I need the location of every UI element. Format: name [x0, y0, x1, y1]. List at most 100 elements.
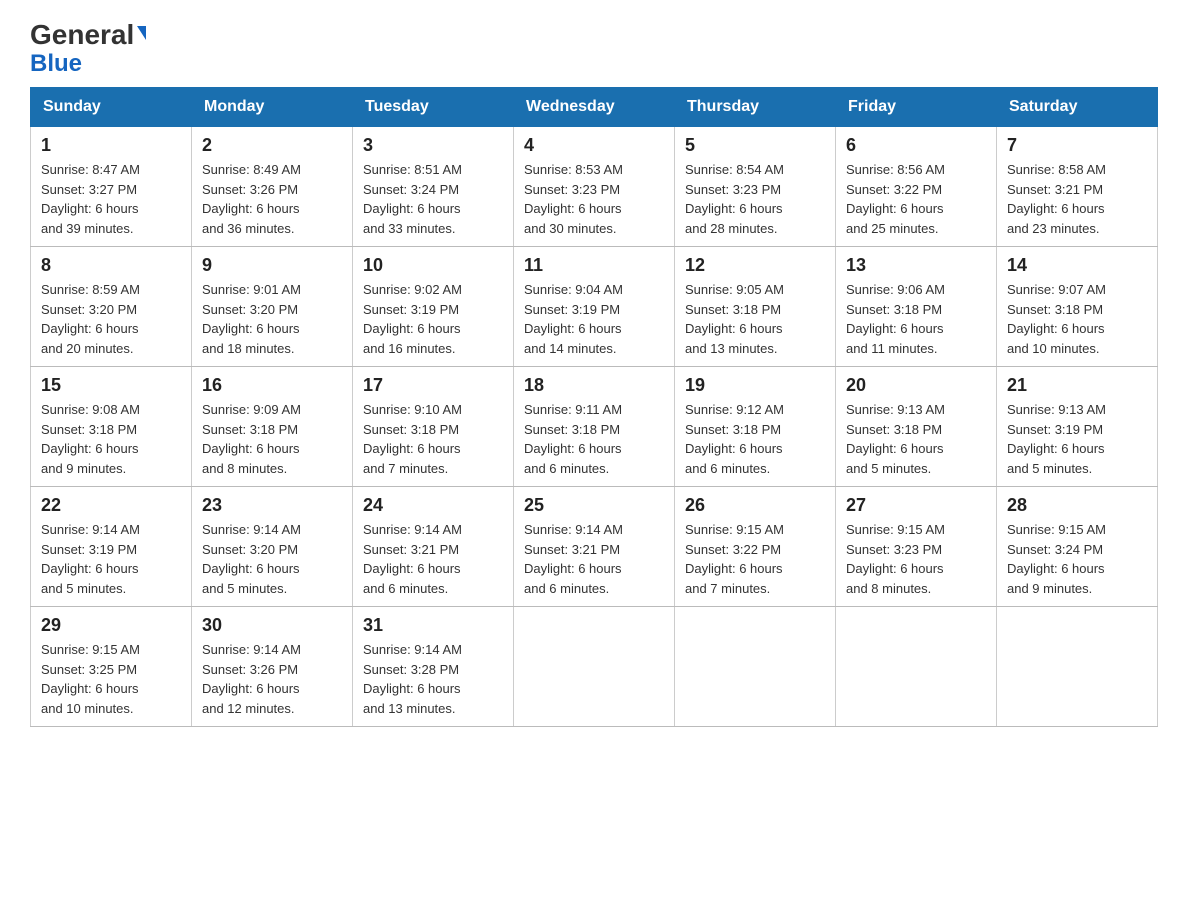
weekday-header-thursday: Thursday	[675, 88, 836, 127]
calendar-cell: 3 Sunrise: 8:51 AM Sunset: 3:24 PM Dayli…	[353, 127, 514, 247]
calendar-cell: 27 Sunrise: 9:15 AM Sunset: 3:23 PM Dayl…	[836, 487, 997, 607]
day-number: 3	[363, 135, 503, 156]
day-number: 13	[846, 255, 986, 276]
day-number: 22	[41, 495, 181, 516]
day-number: 17	[363, 375, 503, 396]
calendar-cell: 12 Sunrise: 9:05 AM Sunset: 3:18 PM Dayl…	[675, 247, 836, 367]
weekday-header-monday: Monday	[192, 88, 353, 127]
calendar-cell: 9 Sunrise: 9:01 AM Sunset: 3:20 PM Dayli…	[192, 247, 353, 367]
calendar-cell: 30 Sunrise: 9:14 AM Sunset: 3:26 PM Dayl…	[192, 607, 353, 727]
calendar-cell	[675, 607, 836, 727]
calendar-cell: 8 Sunrise: 8:59 AM Sunset: 3:20 PM Dayli…	[31, 247, 192, 367]
day-info: Sunrise: 9:07 AM Sunset: 3:18 PM Dayligh…	[1007, 280, 1147, 358]
day-number: 9	[202, 255, 342, 276]
day-info: Sunrise: 9:15 AM Sunset: 3:23 PM Dayligh…	[846, 520, 986, 598]
day-number: 25	[524, 495, 664, 516]
weekday-header-saturday: Saturday	[997, 88, 1158, 127]
day-number: 10	[363, 255, 503, 276]
day-number: 23	[202, 495, 342, 516]
day-info: Sunrise: 8:47 AM Sunset: 3:27 PM Dayligh…	[41, 160, 181, 238]
calendar-week-row: 1 Sunrise: 8:47 AM Sunset: 3:27 PM Dayli…	[31, 127, 1158, 247]
day-number: 26	[685, 495, 825, 516]
day-info: Sunrise: 9:14 AM Sunset: 3:28 PM Dayligh…	[363, 640, 503, 718]
calendar-cell: 4 Sunrise: 8:53 AM Sunset: 3:23 PM Dayli…	[514, 127, 675, 247]
day-info: Sunrise: 8:54 AM Sunset: 3:23 PM Dayligh…	[685, 160, 825, 238]
day-info: Sunrise: 9:12 AM Sunset: 3:18 PM Dayligh…	[685, 400, 825, 478]
day-number: 19	[685, 375, 825, 396]
calendar-cell: 24 Sunrise: 9:14 AM Sunset: 3:21 PM Dayl…	[353, 487, 514, 607]
day-info: Sunrise: 9:14 AM Sunset: 3:20 PM Dayligh…	[202, 520, 342, 598]
calendar-table: SundayMondayTuesdayWednesdayThursdayFrid…	[30, 87, 1158, 727]
day-number: 28	[1007, 495, 1147, 516]
calendar-cell: 17 Sunrise: 9:10 AM Sunset: 3:18 PM Dayl…	[353, 367, 514, 487]
calendar-cell	[514, 607, 675, 727]
day-info: Sunrise: 9:02 AM Sunset: 3:19 PM Dayligh…	[363, 280, 503, 358]
day-info: Sunrise: 8:59 AM Sunset: 3:20 PM Dayligh…	[41, 280, 181, 358]
day-info: Sunrise: 9:14 AM Sunset: 3:26 PM Dayligh…	[202, 640, 342, 718]
weekday-header-tuesday: Tuesday	[353, 88, 514, 127]
calendar-cell: 15 Sunrise: 9:08 AM Sunset: 3:18 PM Dayl…	[31, 367, 192, 487]
day-number: 4	[524, 135, 664, 156]
day-info: Sunrise: 9:05 AM Sunset: 3:18 PM Dayligh…	[685, 280, 825, 358]
logo-blue-text: Blue	[30, 50, 82, 77]
weekday-header-wednesday: Wednesday	[514, 88, 675, 127]
logo-arrow-icon	[137, 26, 146, 40]
day-number: 1	[41, 135, 181, 156]
calendar-cell: 19 Sunrise: 9:12 AM Sunset: 3:18 PM Dayl…	[675, 367, 836, 487]
calendar-week-row: 29 Sunrise: 9:15 AM Sunset: 3:25 PM Dayl…	[31, 607, 1158, 727]
calendar-cell: 11 Sunrise: 9:04 AM Sunset: 3:19 PM Dayl…	[514, 247, 675, 367]
calendar-cell: 6 Sunrise: 8:56 AM Sunset: 3:22 PM Dayli…	[836, 127, 997, 247]
day-info: Sunrise: 9:11 AM Sunset: 3:18 PM Dayligh…	[524, 400, 664, 478]
day-number: 24	[363, 495, 503, 516]
day-info: Sunrise: 8:49 AM Sunset: 3:26 PM Dayligh…	[202, 160, 342, 238]
calendar-cell: 18 Sunrise: 9:11 AM Sunset: 3:18 PM Dayl…	[514, 367, 675, 487]
day-number: 6	[846, 135, 986, 156]
calendar-cell: 26 Sunrise: 9:15 AM Sunset: 3:22 PM Dayl…	[675, 487, 836, 607]
day-info: Sunrise: 9:10 AM Sunset: 3:18 PM Dayligh…	[363, 400, 503, 478]
calendar-cell: 31 Sunrise: 9:14 AM Sunset: 3:28 PM Dayl…	[353, 607, 514, 727]
weekday-header-sunday: Sunday	[31, 88, 192, 127]
logo-text-block: General Blue	[30, 20, 146, 77]
day-info: Sunrise: 9:13 AM Sunset: 3:19 PM Dayligh…	[1007, 400, 1147, 478]
day-number: 31	[363, 615, 503, 636]
calendar-cell: 22 Sunrise: 9:14 AM Sunset: 3:19 PM Dayl…	[31, 487, 192, 607]
day-info: Sunrise: 8:51 AM Sunset: 3:24 PM Dayligh…	[363, 160, 503, 238]
calendar-cell: 5 Sunrise: 8:54 AM Sunset: 3:23 PM Dayli…	[675, 127, 836, 247]
calendar-cell	[836, 607, 997, 727]
day-info: Sunrise: 9:13 AM Sunset: 3:18 PM Dayligh…	[846, 400, 986, 478]
day-number: 21	[1007, 375, 1147, 396]
day-number: 15	[41, 375, 181, 396]
calendar-week-row: 15 Sunrise: 9:08 AM Sunset: 3:18 PM Dayl…	[31, 367, 1158, 487]
day-info: Sunrise: 9:14 AM Sunset: 3:19 PM Dayligh…	[41, 520, 181, 598]
calendar-cell: 23 Sunrise: 9:14 AM Sunset: 3:20 PM Dayl…	[192, 487, 353, 607]
calendar-cell: 14 Sunrise: 9:07 AM Sunset: 3:18 PM Dayl…	[997, 247, 1158, 367]
day-number: 18	[524, 375, 664, 396]
day-info: Sunrise: 9:15 AM Sunset: 3:22 PM Dayligh…	[685, 520, 825, 598]
day-number: 11	[524, 255, 664, 276]
logo-general-text: General	[30, 20, 134, 51]
day-number: 12	[685, 255, 825, 276]
day-info: Sunrise: 8:56 AM Sunset: 3:22 PM Dayligh…	[846, 160, 986, 238]
calendar-cell: 28 Sunrise: 9:15 AM Sunset: 3:24 PM Dayl…	[997, 487, 1158, 607]
logo: General Blue	[30, 20, 146, 77]
calendar-cell: 16 Sunrise: 9:09 AM Sunset: 3:18 PM Dayl…	[192, 367, 353, 487]
calendar-cell: 20 Sunrise: 9:13 AM Sunset: 3:18 PM Dayl…	[836, 367, 997, 487]
calendar-cell	[997, 607, 1158, 727]
day-number: 29	[41, 615, 181, 636]
day-number: 27	[846, 495, 986, 516]
weekday-header-row: SundayMondayTuesdayWednesdayThursdayFrid…	[31, 88, 1158, 127]
day-number: 30	[202, 615, 342, 636]
weekday-header-friday: Friday	[836, 88, 997, 127]
day-number: 16	[202, 375, 342, 396]
calendar-cell: 7 Sunrise: 8:58 AM Sunset: 3:21 PM Dayli…	[997, 127, 1158, 247]
day-info: Sunrise: 8:58 AM Sunset: 3:21 PM Dayligh…	[1007, 160, 1147, 238]
calendar-cell: 21 Sunrise: 9:13 AM Sunset: 3:19 PM Dayl…	[997, 367, 1158, 487]
day-info: Sunrise: 9:15 AM Sunset: 3:24 PM Dayligh…	[1007, 520, 1147, 598]
calendar-cell: 1 Sunrise: 8:47 AM Sunset: 3:27 PM Dayli…	[31, 127, 192, 247]
day-number: 5	[685, 135, 825, 156]
calendar-cell: 25 Sunrise: 9:14 AM Sunset: 3:21 PM Dayl…	[514, 487, 675, 607]
calendar-cell: 29 Sunrise: 9:15 AM Sunset: 3:25 PM Dayl…	[31, 607, 192, 727]
day-info: Sunrise: 9:14 AM Sunset: 3:21 PM Dayligh…	[363, 520, 503, 598]
day-info: Sunrise: 9:08 AM Sunset: 3:18 PM Dayligh…	[41, 400, 181, 478]
page-header: General Blue	[30, 20, 1158, 77]
